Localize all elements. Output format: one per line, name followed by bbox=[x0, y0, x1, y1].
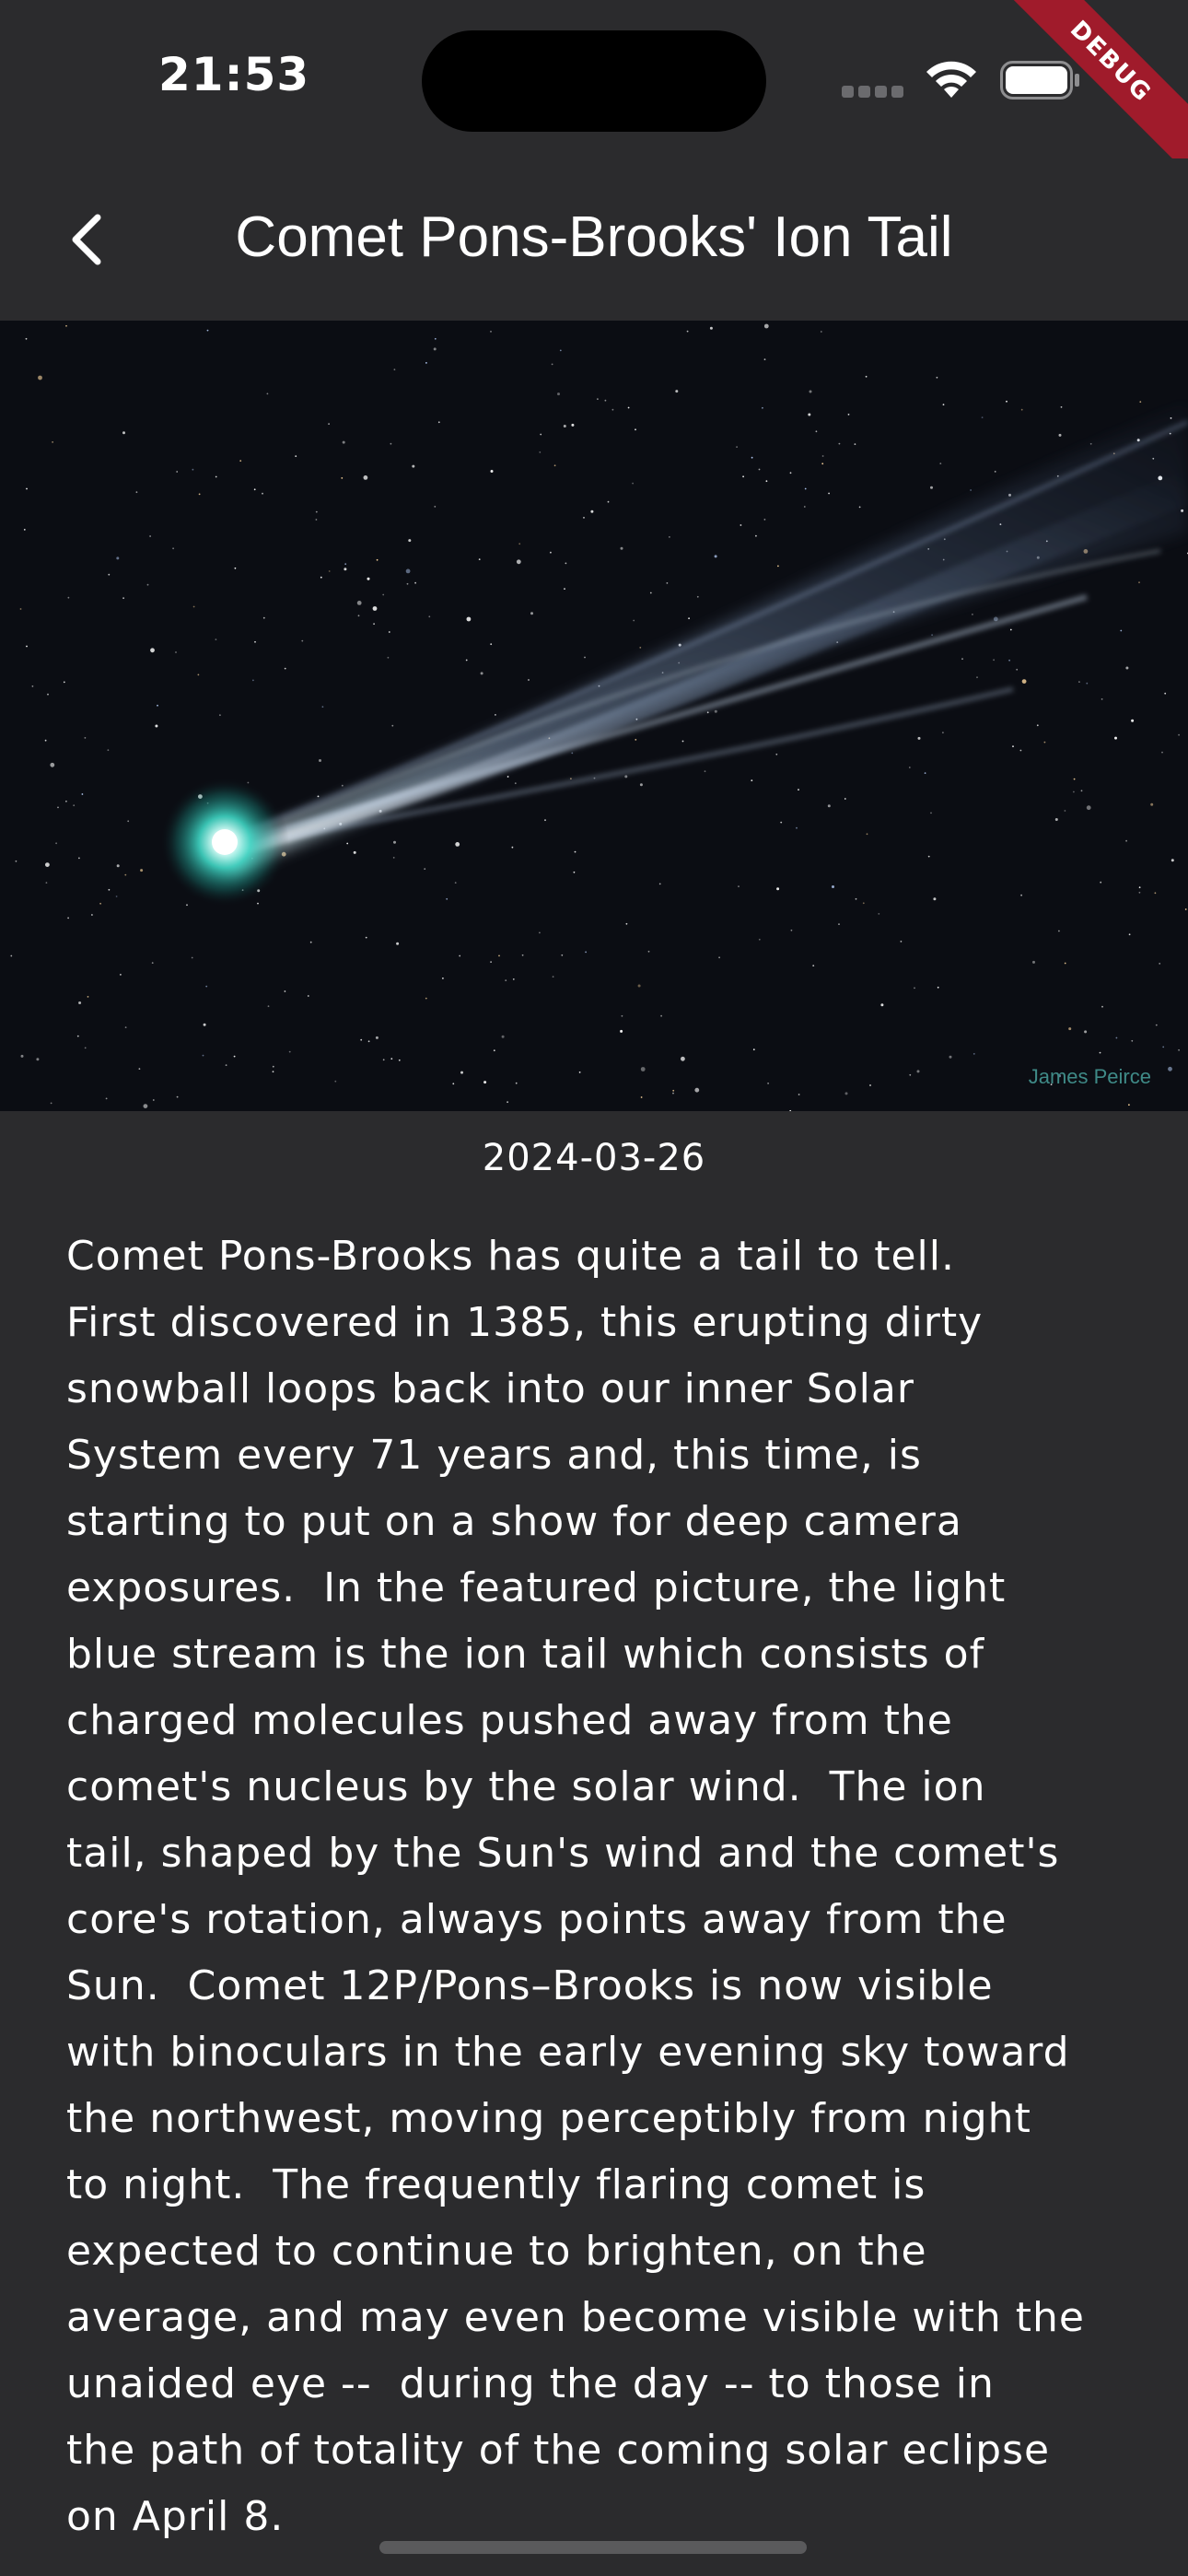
cellular-signal-icon bbox=[842, 86, 904, 99]
app-bar: Comet Pons-Brooks' Ion Tail bbox=[0, 158, 1188, 321]
apod-date: 2024-03-26 bbox=[482, 1137, 706, 1179]
page-title: Comet Pons-Brooks' Ion Tail bbox=[235, 205, 953, 269]
wifi-icon bbox=[926, 61, 976, 98]
apod-explanation: Comet Pons-Brooks has quite a tail to te… bbox=[66, 1233, 1085, 2540]
status-bar: 21:53 DEBUG bbox=[0, 0, 1188, 191]
status-time: 21:53 bbox=[158, 48, 310, 101]
apod-image[interactable]: James Peirce bbox=[0, 321, 1188, 1111]
battery-icon bbox=[1000, 61, 1079, 100]
comet-image bbox=[0, 321, 1188, 1111]
home-indicator[interactable] bbox=[379, 2541, 807, 2554]
photo-credit: James Peirce bbox=[1028, 1065, 1151, 1088]
dynamic-island bbox=[422, 30, 766, 132]
